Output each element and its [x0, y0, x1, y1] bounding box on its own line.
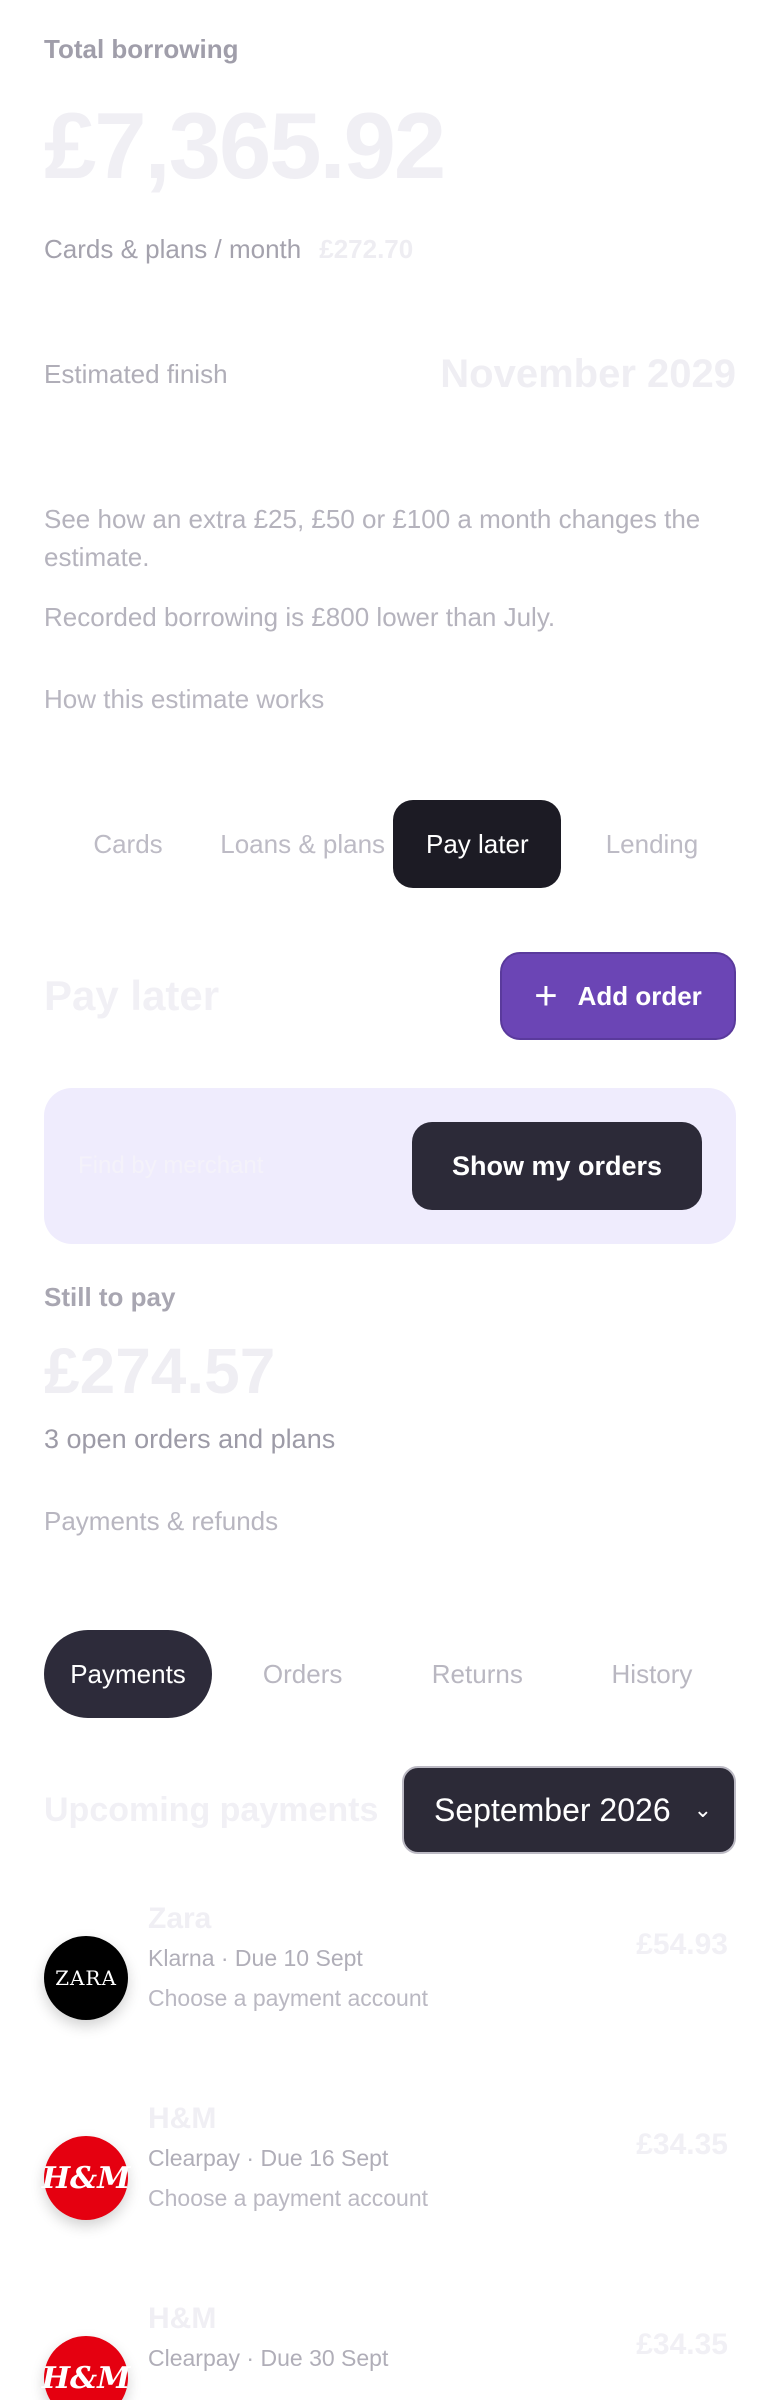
pay-later-header: Pay later + Add order: [44, 952, 736, 1040]
monthly-value: £272.70: [319, 234, 414, 264]
hm-logo: H&M: [42, 2136, 130, 2220]
tab-history[interactable]: History: [568, 1630, 736, 1718]
plus-icon: +: [534, 974, 558, 1018]
month-select[interactable]: September 2026 ⌄: [402, 1766, 736, 1854]
payment-row-text: Zara Klarna · Due 10 Sept Choose a payme…: [148, 1900, 612, 2018]
choose-account-link[interactable]: Choose a payment account: [148, 2178, 612, 2218]
total-borrowing-label: Total borrowing: [44, 34, 239, 64]
add-order-label: Add order: [577, 980, 702, 1011]
recorded-borrowing-text: Recorded borrowing is £800 lower than Ju…: [44, 602, 556, 632]
order-lookup-panel: Show my orders: [44, 1088, 736, 1244]
finish-value: November 2029: [440, 352, 736, 396]
monthly-row: Cards & plans / month £272.70: [44, 234, 736, 265]
hm-logo: H&M: [42, 2336, 130, 2400]
payment-tabs: Payments Orders Returns History: [44, 1630, 736, 1718]
month-select-value: September 2026: [434, 1791, 671, 1828]
chevron-down-icon: ⌄: [693, 1797, 712, 1822]
upcoming-header: Upcoming payments September 2026 ⌄: [44, 1766, 736, 1854]
extra-payment-text: See how an extra £25, £50 or £100 a mont…: [44, 504, 701, 572]
payment-amount: £34.35: [636, 2128, 728, 2161]
tab-pay-later[interactable]: Pay later: [393, 800, 562, 888]
payment-meta: Clearpay · Due 16 Sept: [148, 2145, 389, 2171]
merchant-name: Zara: [148, 1902, 212, 1935]
tab-loans-plans[interactable]: Loans & plans: [219, 800, 387, 888]
total-borrowing-amount: £7,365.92: [44, 93, 446, 198]
payment-row[interactable]: H&M H&M Clearpay · Due 30 Sept £34.35: [42, 2300, 736, 2400]
finish-row: Estimated finish November 2029: [44, 352, 736, 397]
zara-logo: ZARA: [44, 1936, 128, 2020]
tab-orders[interactable]: Orders: [219, 1630, 387, 1718]
payments-refunds-link[interactable]: Payments & refunds: [44, 1506, 736, 1537]
payment-row[interactable]: H&M H&M Clearpay · Due 16 Sept Choose a …: [42, 2100, 736, 2240]
still-to-pay-amount: £274.57: [44, 1335, 276, 1407]
payment-row-text: H&M Clearpay · Due 30 Sept: [148, 2300, 612, 2378]
payment-row-text: H&M Clearpay · Due 16 Sept Choose a paym…: [148, 2100, 612, 2218]
choose-account-link[interactable]: Choose a payment account: [148, 1978, 612, 2018]
how-estimate-works-link[interactable]: How this estimate works: [44, 684, 736, 715]
add-order-button[interactable]: + Add order: [500, 952, 736, 1040]
still-to-pay-label: Still to pay: [44, 1282, 176, 1312]
open-orders-count: 3 open orders and plans: [44, 1424, 336, 1454]
tab-cards[interactable]: Cards: [44, 800, 212, 888]
tab-payments[interactable]: Payments: [44, 1630, 212, 1718]
show-my-orders-button[interactable]: Show my orders: [412, 1122, 702, 1210]
payment-amount: £34.35: [636, 2328, 728, 2361]
monthly-label: Cards & plans / month: [44, 234, 302, 264]
merchant-name: H&M: [148, 2302, 217, 2335]
tab-lending[interactable]: Lending: [568, 800, 736, 888]
pay-later-title: Pay later: [44, 972, 220, 1019]
finish-label: Estimated finish: [44, 359, 228, 389]
payment-amount: £54.93: [636, 1928, 728, 1961]
merchant-name: H&M: [148, 2102, 217, 2135]
payment-row[interactable]: ZARA Zara Klarna · Due 10 Sept Choose a …: [44, 1900, 736, 2040]
product-tabs: Cards Loans & plans Pay later Lending: [44, 800, 736, 888]
payment-meta: Clearpay · Due 30 Sept: [148, 2345, 389, 2371]
upcoming-title: Upcoming payments: [44, 1790, 379, 1829]
payment-meta: Klarna · Due 10 Sept: [148, 1945, 363, 1971]
tab-returns[interactable]: Returns: [393, 1630, 561, 1718]
merchant-search-input[interactable]: [78, 1152, 378, 1180]
